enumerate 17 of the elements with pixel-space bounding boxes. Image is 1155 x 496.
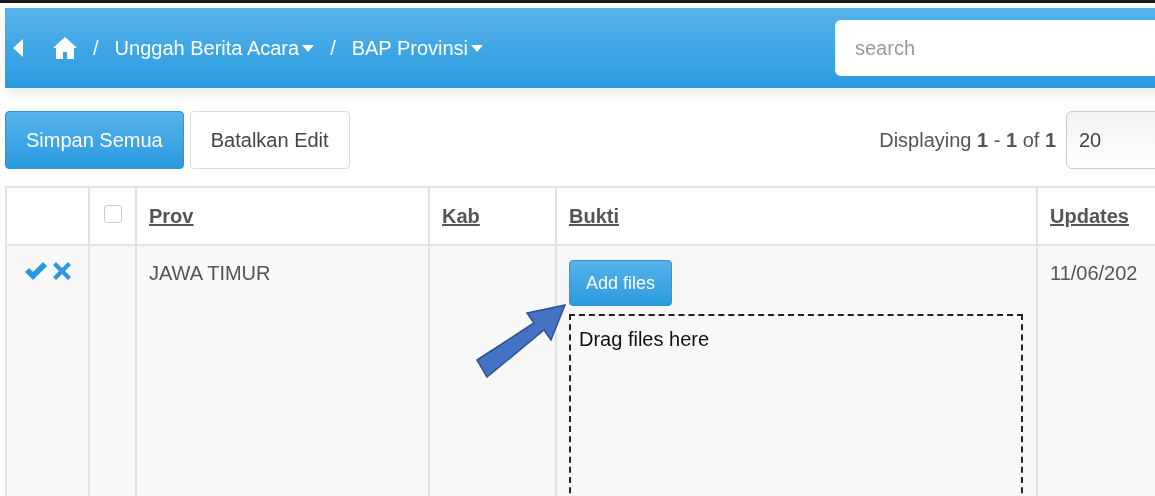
breadcrumb-separator: / <box>330 36 336 60</box>
close-icon[interactable] <box>53 262 71 280</box>
back-icon[interactable] <box>13 39 23 57</box>
select-all-checkbox[interactable] <box>104 205 122 223</box>
table-cell: 11/06/202 <box>1050 262 1138 284</box>
column-header[interactable]: Prov <box>149 204 194 227</box>
checkmark-icon[interactable] <box>25 262 47 280</box>
home-icon[interactable] <box>53 37 77 59</box>
page-size-select[interactable]: 20 <box>1066 111 1155 169</box>
column-header[interactable]: Kab <box>442 204 480 227</box>
cancel-edit-button[interactable]: Batalkan Edit <box>189 111 350 169</box>
search-field[interactable]: search <box>835 20 1155 76</box>
file-drop-zone[interactable]: Drag files here <box>569 314 1023 496</box>
column-header[interactable]: Bukti <box>569 204 619 227</box>
breadcrumb-separator: / <box>93 36 99 60</box>
pagination-info: Displaying 1 - 1 of 1 <box>879 128 1056 152</box>
table-cell: JAWA TIMUR <box>149 262 271 284</box>
